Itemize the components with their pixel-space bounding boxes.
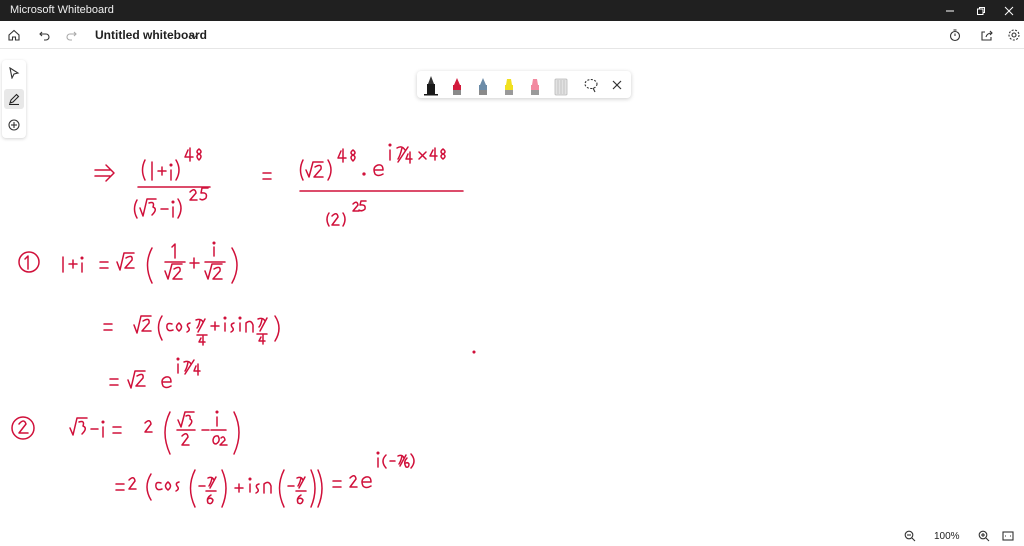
gear-icon <box>1008 29 1020 41</box>
eraser-button[interactable] <box>551 74 571 96</box>
redo-icon <box>66 31 77 41</box>
ink-step-one-exp <box>109 357 201 389</box>
pen-icon <box>9 93 20 105</box>
zoom-controls: 100% <box>896 526 1024 546</box>
add-button[interactable] <box>4 115 24 135</box>
undo-icon <box>39 31 50 41</box>
pointer-icon <box>9 67 20 79</box>
ink-layer <box>11 143 476 508</box>
timer-button[interactable] <box>945 25 965 45</box>
share-icon <box>981 30 993 41</box>
ink-step-two <box>11 410 240 455</box>
ink-tool-button[interactable] <box>4 89 24 109</box>
pink-highlighter-button[interactable] <box>525 74 545 96</box>
close-pen-tray-button[interactable] <box>607 74 627 96</box>
close-icon <box>1004 6 1014 15</box>
chevron-down-icon <box>189 33 199 39</box>
pen-tray <box>417 71 631 98</box>
fit-screen-icon <box>1002 531 1014 541</box>
zoom-in-icon <box>978 530 990 542</box>
zoom-out-button[interactable] <box>900 526 920 546</box>
zoom-in-button[interactable] <box>974 526 994 546</box>
ink-step-one <box>18 241 238 284</box>
highlighter-icon <box>505 79 513 95</box>
left-tool-rail <box>2 60 26 138</box>
highlighter-icon <box>531 79 539 95</box>
title-dropdown-button[interactable] <box>184 26 204 46</box>
ink-step-one-trig <box>103 315 280 346</box>
add-icon <box>8 119 20 131</box>
minimize-icon <box>946 10 954 11</box>
red-pen-icon <box>453 78 461 95</box>
blue-pen-button[interactable] <box>473 74 493 96</box>
restore-icon <box>977 6 985 15</box>
undo-button[interactable] <box>35 25 55 45</box>
home-icon <box>8 29 20 41</box>
lasso-select-button[interactable] <box>581 74 601 96</box>
timer-icon <box>949 29 961 42</box>
blue-pen-icon <box>479 78 487 95</box>
black-pen-icon <box>424 76 438 96</box>
lasso-icon <box>584 78 598 93</box>
ink-dot <box>472 350 476 354</box>
black-pen-button[interactable] <box>421 74 441 96</box>
share-button[interactable] <box>977 25 997 45</box>
settings-button[interactable] <box>1004 25 1024 45</box>
yellow-highlighter-button[interactable] <box>499 74 519 96</box>
title-bar: Microsoft Whiteboard <box>0 0 1024 21</box>
fit-to-screen-button[interactable] <box>998 526 1018 546</box>
whiteboard-canvas[interactable] <box>0 48 1024 546</box>
close-icon <box>612 80 622 90</box>
minimize-button[interactable] <box>933 0 967 21</box>
app-title: Microsoft Whiteboard <box>10 4 114 16</box>
ink-step-two-trig <box>115 451 415 508</box>
home-button[interactable] <box>4 25 24 45</box>
app-toolbar: Untitled whiteboard <box>0 21 1024 49</box>
red-pen-button[interactable] <box>447 74 467 96</box>
redo-button[interactable] <box>61 25 81 45</box>
zoom-level: 100% <box>934 531 960 542</box>
ink-equation-top <box>94 143 464 227</box>
close-window-button[interactable] <box>992 0 1024 21</box>
zoom-out-icon <box>904 530 916 542</box>
select-tool-button[interactable] <box>4 63 24 83</box>
eraser-icon <box>554 78 568 96</box>
